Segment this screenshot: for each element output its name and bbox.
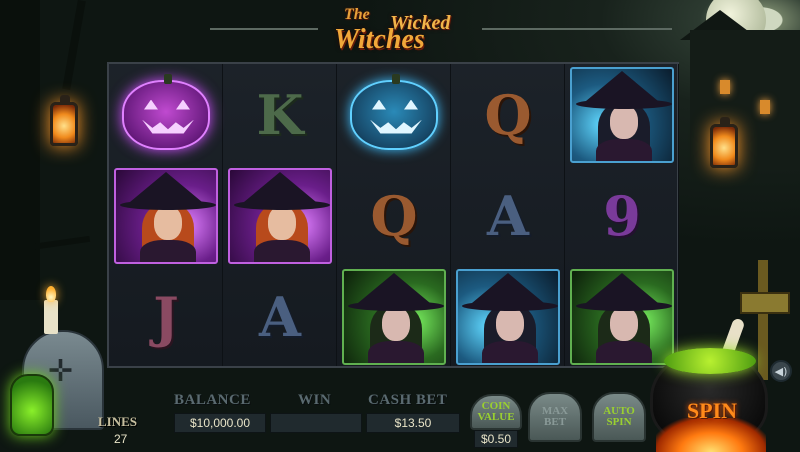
lines-label: LINES <box>98 414 138 429</box>
game-logo: The Wicked Witches <box>320 2 480 58</box>
speaker-icon[interactable]: ◀) <box>770 360 792 382</box>
reel-grid: JKAQQA9 <box>107 62 679 368</box>
reel-column: Q <box>337 64 451 366</box>
game-scene: The Wicked Witches JKAQQA9 ✛ LINES 27 BA… <box>0 0 800 452</box>
reel-symbol: A <box>451 165 565 266</box>
spin-button[interactable]: SPIN <box>672 392 752 430</box>
reel-symbol <box>451 266 565 367</box>
reel-symbol <box>223 165 337 266</box>
lantern-right <box>710 117 738 168</box>
cauldron-brew <box>664 348 756 374</box>
witch-symbol <box>570 66 674 163</box>
witch-symbol <box>456 268 560 365</box>
witch-symbol <box>570 268 674 365</box>
lines-value: 27 <box>114 432 128 446</box>
letter-symbol: Q <box>484 82 532 147</box>
tree-silhouette <box>0 0 40 300</box>
letter-symbol: J <box>153 284 179 349</box>
logo-swirl-left <box>210 28 318 30</box>
reel-symbol <box>109 165 223 266</box>
coin-value-button[interactable]: COIN VALUE <box>470 394 522 430</box>
logo-swirl-right <box>482 28 672 30</box>
potion-bottle <box>10 374 54 436</box>
reel-column: QA <box>451 64 565 366</box>
witch-symbol <box>228 167 332 264</box>
candle-flame <box>46 286 56 302</box>
reel-column: 9 <box>565 64 679 366</box>
pumpkin-icon <box>350 73 438 150</box>
win-value <box>270 413 362 433</box>
letter-symbol: A <box>487 183 529 248</box>
letter-symbol: A <box>259 284 301 349</box>
reel-symbol: Q <box>451 64 565 165</box>
reel-symbol <box>565 64 679 165</box>
candle <box>44 300 58 334</box>
cash-bet-label: CASH BET <box>368 392 448 408</box>
signpost <box>740 292 790 314</box>
cash-bet-value: $13.50 <box>366 413 460 433</box>
reel-symbol <box>565 266 679 367</box>
lantern-left <box>50 95 78 146</box>
witch-symbol <box>342 268 446 365</box>
haunted-house <box>690 30 800 170</box>
reel-column: KA <box>223 64 337 366</box>
auto-spin-button[interactable]: AUTO SPIN <box>592 392 646 442</box>
house-window <box>760 100 770 114</box>
balance-label: BALANCE <box>174 392 251 408</box>
logo-witches: Witches <box>334 24 425 55</box>
reel-symbol <box>337 266 451 367</box>
reel-symbol <box>109 64 223 165</box>
letter-symbol: K <box>256 82 304 147</box>
reel-column: J <box>109 64 223 366</box>
letter-symbol: 9 <box>603 183 641 248</box>
balance-value: $10,000.00 <box>174 413 266 433</box>
win-label: WIN <box>298 392 332 408</box>
signpost-pole <box>758 260 768 380</box>
tree-branch <box>62 0 86 91</box>
reel-symbol: J <box>109 266 223 367</box>
reel-symbol: K <box>223 64 337 165</box>
reel-symbol: 9 <box>565 165 679 266</box>
reel-symbol: A <box>223 266 337 367</box>
letter-symbol: Q <box>370 183 418 248</box>
reel-symbol <box>337 64 451 165</box>
logo-the: The <box>344 6 370 23</box>
house-window <box>720 80 730 94</box>
witch-symbol <box>114 167 218 264</box>
pumpkin-icon <box>122 73 210 150</box>
coin-value: $0.50 <box>474 430 518 448</box>
reel-symbol: Q <box>337 165 451 266</box>
max-bet-button[interactable]: MAX BET <box>528 392 582 442</box>
